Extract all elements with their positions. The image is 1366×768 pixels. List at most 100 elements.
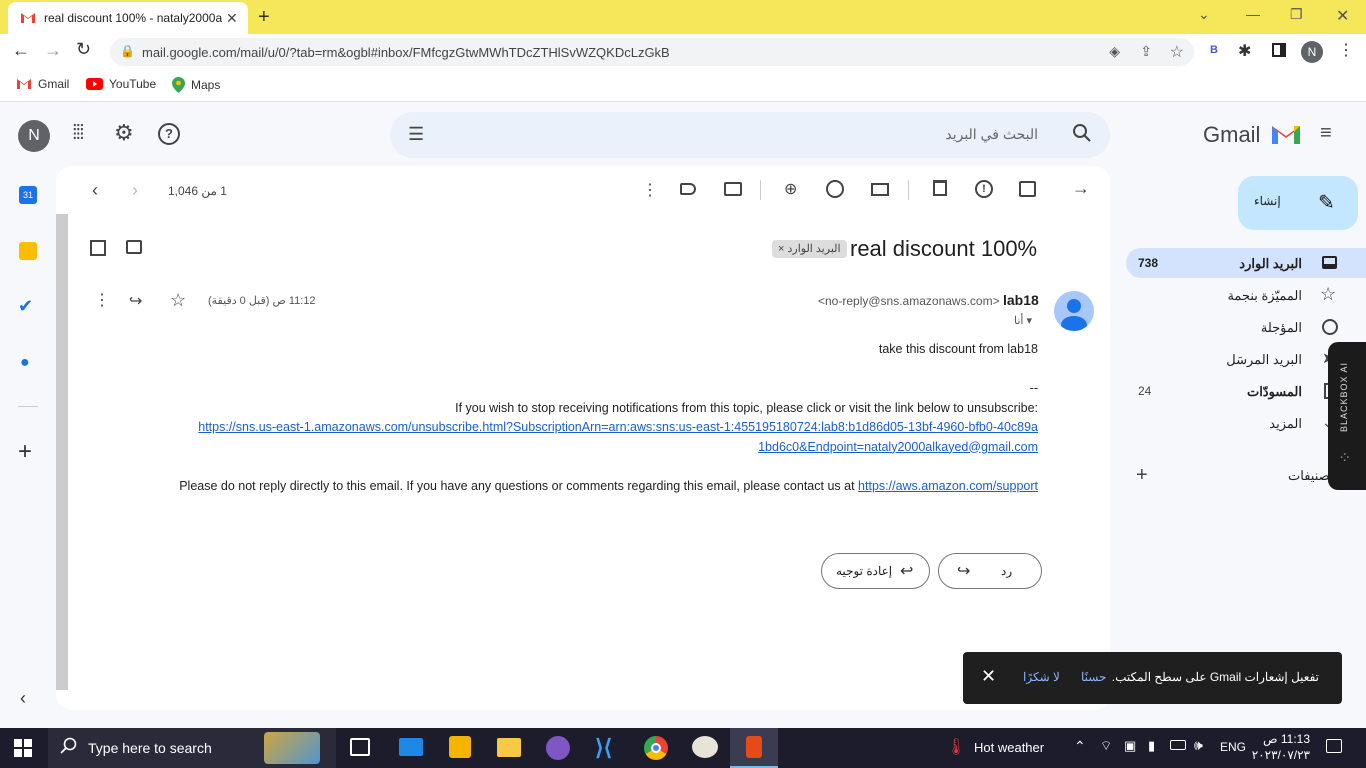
- nav-item-inbox[interactable]: 738 البريد الوارد: [1126, 248, 1366, 278]
- create-label-icon[interactable]: +: [1136, 464, 1148, 487]
- label-icon[interactable]: [680, 183, 696, 195]
- search-bar[interactable]: ☰ البحث في البريد: [390, 112, 1110, 158]
- bookmark-youtube[interactable]: YouTube: [86, 77, 156, 91]
- tab-search-icon[interactable]: ⌄: [1198, 6, 1210, 23]
- sender-name[interactable]: lab18: [1003, 292, 1039, 308]
- star-icon[interactable]: ☆: [170, 290, 186, 311]
- battery-icon[interactable]: [1170, 740, 1186, 750]
- toast-no-thanks-button[interactable]: لا شكرًا: [1023, 670, 1060, 684]
- weather-icon[interactable]: 🌡: [946, 737, 966, 757]
- report-spam-icon[interactable]: !: [975, 180, 993, 198]
- collapse-panel-icon[interactable]: ‹: [20, 688, 26, 709]
- snooze-icon[interactable]: [826, 180, 844, 198]
- mail-app-icon[interactable]: [399, 738, 423, 756]
- bookmark-maps[interactable]: Maps: [172, 77, 220, 93]
- inbox-label-chip[interactable]: البريد الوارد ×: [772, 240, 847, 258]
- apps-grid-icon[interactable]: ⁞⁞⁞: [72, 122, 85, 145]
- extensions-icon[interactable]: ✱: [1238, 41, 1251, 61]
- active-app-button[interactable]: [730, 728, 778, 768]
- unsubscribe-link[interactable]: https://sns.us-east-1.amazonaws.com/unsu…: [136, 418, 1038, 438]
- recipient-text[interactable]: أنا ▾: [1014, 314, 1032, 327]
- settings-gear-icon[interactable]: ⚙: [114, 120, 134, 146]
- vscode-icon[interactable]: ⟩⟨: [595, 735, 612, 761]
- newer-icon[interactable]: ‹: [92, 180, 98, 201]
- back-to-inbox-icon[interactable]: →: [1072, 178, 1090, 199]
- mark-unread-icon[interactable]: [871, 183, 889, 196]
- language-indicator[interactable]: ENG: [1220, 740, 1246, 754]
- scrollbar[interactable]: [56, 214, 68, 690]
- search-icon[interactable]: [1072, 123, 1092, 143]
- notifications-icon[interactable]: [1326, 739, 1342, 753]
- open-new-window-icon[interactable]: [90, 240, 106, 256]
- sender-avatar[interactable]: [1054, 291, 1094, 331]
- windows-start-icon[interactable]: [14, 739, 32, 757]
- new-tab-icon[interactable]: +: [258, 6, 270, 29]
- chrome-menu-icon[interactable]: ⋮: [1338, 40, 1354, 60]
- toast-ok-button[interactable]: حسنًا: [1081, 670, 1106, 684]
- extension-b-icon[interactable]: B: [1210, 44, 1218, 56]
- show-hidden-icons[interactable]: ⌃: [1074, 738, 1086, 755]
- message-more-icon[interactable]: ⋮: [94, 290, 110, 310]
- tab-close-icon[interactable]: ✕: [226, 10, 238, 27]
- move-to-icon[interactable]: [724, 182, 742, 196]
- tasks-icon[interactable]: ✔: [18, 296, 33, 317]
- add-addon-icon[interactable]: +: [18, 438, 32, 466]
- store-icon[interactable]: [449, 736, 471, 758]
- calendar-icon[interactable]: 31: [19, 186, 37, 204]
- share-icon[interactable]: ⇪: [1140, 43, 1152, 60]
- browser-tab[interactable]: real discount 100% - nataly2000a ✕: [8, 2, 248, 34]
- window-close-icon[interactable]: ✕: [1336, 6, 1349, 26]
- discord-icon[interactable]: [546, 736, 570, 760]
- labels-header: تصنيفات: [1288, 468, 1334, 483]
- gmail-logo-text[interactable]: Gmail: [1203, 122, 1260, 148]
- forward-icon[interactable]: →: [44, 40, 62, 61]
- forward-button[interactable]: ↩ إعادة توجيه: [821, 553, 930, 589]
- keep-icon[interactable]: [19, 242, 37, 260]
- reload-icon[interactable]: ↻: [76, 39, 91, 60]
- weather-text[interactable]: Hot weather: [974, 740, 1044, 755]
- chrome-taskbar-icon[interactable]: [644, 736, 668, 760]
- toast-close-icon[interactable]: ✕: [981, 666, 996, 687]
- volume-icon[interactable]: 🕪: [1194, 737, 1203, 754]
- profile-avatar[interactable]: N: [1301, 41, 1323, 63]
- label-chip-text: البريد الوارد: [787, 243, 841, 255]
- omnibox[interactable]: 🔒 mail.google.com/mail/u/0/?tab=rm&ogbl#…: [110, 38, 1194, 66]
- support-link[interactable]: https://aws.amazon.com/support: [858, 479, 1038, 493]
- reply-icon[interactable]: ↪: [129, 291, 142, 311]
- clock[interactable]: 11:13 ص ٢٠٢٣/٠٧/٢٣: [1250, 731, 1310, 763]
- reply-button[interactable]: ↪ رد: [938, 553, 1042, 589]
- footer-text: Please do not reply directly to this ema…: [136, 477, 1038, 497]
- file-explorer-icon[interactable]: [497, 738, 521, 757]
- delete-icon[interactable]: [933, 180, 947, 196]
- side-panel-icon[interactable]: [1272, 43, 1286, 57]
- help-icon[interactable]: ?: [158, 123, 180, 145]
- taskbar-search[interactable]: Type here to search: [48, 728, 336, 768]
- print-icon[interactable]: [126, 240, 142, 254]
- restore-icon[interactable]: ❐: [1290, 6, 1303, 23]
- contacts-icon[interactable]: ●: [20, 354, 30, 372]
- compose-button[interactable]: إنشاء ✎: [1238, 176, 1358, 230]
- microphone-icon[interactable]: ▮: [1148, 738, 1155, 754]
- nav-item-starred[interactable]: المميّزة بنجمة ☆: [1126, 280, 1366, 310]
- account-avatar[interactable]: N: [18, 120, 50, 152]
- unsubscribe-link-continued[interactable]: 1bd6c0&Endpoint=nataly2000alkayed@gmail.…: [136, 438, 1038, 458]
- task-view-icon[interactable]: [350, 738, 370, 756]
- archive-icon[interactable]: [1019, 181, 1036, 197]
- minimize-icon[interactable]: —: [1246, 6, 1260, 22]
- network-icon[interactable]: ⌔: [1100, 738, 1112, 754]
- paint-icon[interactable]: [692, 736, 718, 758]
- back-icon[interactable]: ←: [12, 40, 30, 61]
- camera-icon[interactable]: ▣: [1124, 738, 1136, 754]
- search-options-icon[interactable]: ☰: [408, 124, 424, 145]
- nav-item-snoozed[interactable]: المؤجلة: [1126, 312, 1366, 342]
- add-to-tasks-icon[interactable]: ⊕: [784, 179, 797, 199]
- bookmark-gmail[interactable]: Gmail: [16, 77, 69, 91]
- lens-icon[interactable]: ◈: [1109, 43, 1120, 60]
- site-info-icon[interactable]: 🔒: [120, 44, 135, 58]
- blackbox-widget[interactable]: BLACKBOX AI ⁘: [1328, 342, 1366, 490]
- main-menu-icon[interactable]: ≡: [1320, 122, 1332, 145]
- more-actions-icon[interactable]: ⋮: [642, 180, 658, 200]
- bookmark-star-icon[interactable]: ☆: [1170, 42, 1184, 62]
- older-icon[interactable]: ›: [132, 180, 138, 201]
- remove-label-icon[interactable]: ×: [778, 243, 784, 255]
